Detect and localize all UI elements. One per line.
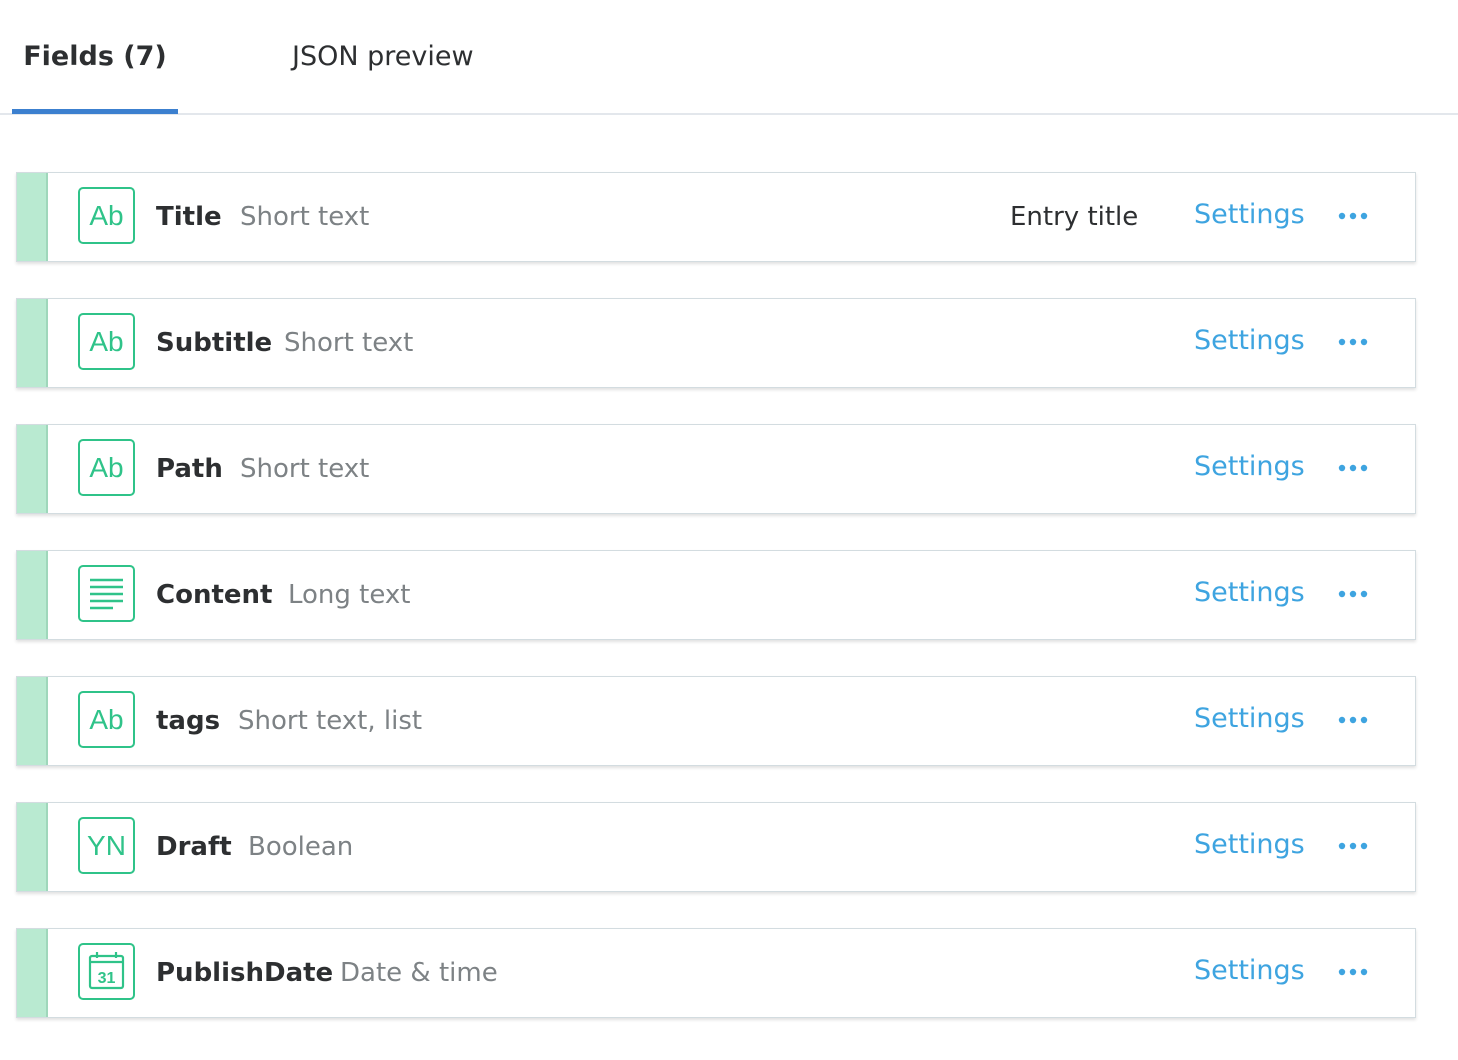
calendar-icon: 31 [78, 943, 135, 1000]
field-row-draft[interactable]: YN Draft Boolean Settings [16, 802, 1416, 892]
more-options-icon[interactable] [1333, 703, 1373, 737]
field-name: Title [156, 202, 222, 232]
more-options-icon[interactable] [1333, 451, 1373, 485]
settings-link[interactable]: Settings [1194, 929, 1305, 1013]
settings-link[interactable]: Settings [1194, 299, 1305, 383]
short-text-icon: Ab [78, 439, 135, 496]
drag-handle[interactable] [17, 299, 48, 387]
settings-link[interactable]: Settings [1194, 803, 1305, 887]
settings-link[interactable]: Settings [1194, 425, 1305, 509]
drag-handle[interactable] [17, 551, 48, 639]
short-text-icon: Ab [78, 187, 135, 244]
short-text-icon: Ab [78, 691, 135, 748]
field-name: PublishDate [156, 958, 334, 988]
more-options-icon[interactable] [1333, 577, 1373, 611]
more-options-icon[interactable] [1333, 199, 1373, 233]
long-text-icon [78, 565, 135, 622]
settings-link[interactable]: Settings [1194, 173, 1305, 257]
drag-handle[interactable] [17, 929, 48, 1017]
field-type: Boolean [248, 832, 354, 862]
field-row-path[interactable]: Ab Path Short text Settings [16, 424, 1416, 514]
field-type: Short text [240, 202, 370, 232]
settings-link[interactable]: Settings [1194, 551, 1305, 635]
tab-json-preview[interactable]: JSON preview [290, 0, 474, 114]
field-type: Short text, list [238, 706, 423, 736]
field-type: Short text [240, 454, 370, 484]
field-row-tags[interactable]: Ab tags Short text, list Settings [16, 676, 1416, 766]
field-type: Short text [284, 328, 414, 358]
field-type: Long text [288, 580, 411, 610]
field-row-subtitle[interactable]: Ab Subtitle Short text Settings [16, 298, 1416, 388]
tab-bar: Fields (7) JSON preview [0, 0, 1458, 115]
tab-fields[interactable]: Fields (7) [12, 0, 178, 114]
field-row-title[interactable]: Ab Title Short text Entry title Settings [16, 172, 1416, 262]
entry-title-badge: Entry title [1010, 202, 1139, 232]
calendar-day: 31 [98, 970, 116, 987]
field-name: Content [156, 580, 273, 610]
field-name: Draft [156, 832, 232, 862]
field-name: Subtitle [156, 328, 273, 358]
more-options-icon[interactable] [1333, 325, 1373, 359]
field-name: tags [156, 706, 221, 736]
drag-handle[interactable] [17, 803, 48, 891]
more-options-icon[interactable] [1333, 829, 1373, 863]
field-row-publishdate[interactable]: 31 PublishDate Date & time Settings [16, 928, 1416, 1018]
drag-handle[interactable] [17, 173, 48, 261]
field-name: Path [156, 454, 223, 484]
field-list: Ab Title Short text Entry title Settings… [16, 172, 1416, 1054]
settings-link[interactable]: Settings [1194, 677, 1305, 761]
field-row-content[interactable]: Content Long text Settings [16, 550, 1416, 640]
more-options-icon[interactable] [1333, 955, 1373, 989]
drag-handle[interactable] [17, 425, 48, 513]
boolean-icon: YN [78, 817, 135, 874]
short-text-icon: Ab [78, 313, 135, 370]
field-type: Date & time [340, 958, 498, 988]
drag-handle[interactable] [17, 677, 48, 765]
